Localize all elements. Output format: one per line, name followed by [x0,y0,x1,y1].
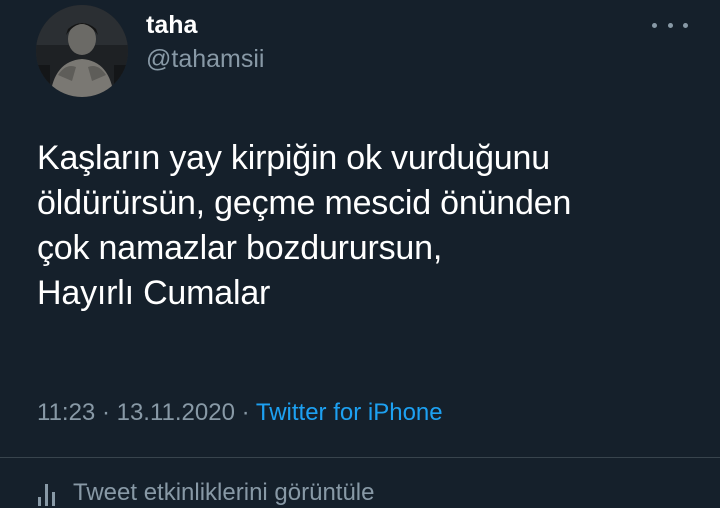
view-tweet-activity-button[interactable]: Tweet etkinliklerini görüntüle [37,478,375,508]
meta-separator: · [234,399,256,426]
tweet-text-line: Hayırlı Cumalar [37,274,271,312]
avatar-photo [36,5,128,97]
tweet-meta: 11:23 · 13.11.2020 · Twitter for iPhone [37,398,443,428]
display-name[interactable]: taha [146,10,197,40]
tweet-text-line: çok namazlar bozdurursun, [37,229,443,267]
username[interactable]: @tahamsii [146,44,264,74]
more-horizontal-icon-dot [683,22,688,28]
meta-separator: · [95,399,117,426]
avatar[interactable] [36,5,128,97]
tweet-text-line: Kaşların yay kirpiğin ok vurduğunu [37,139,550,177]
more-horizontal-icon-dot [667,22,673,28]
view-tweet-activity-label: Tweet etkinliklerini görüntüle [73,479,375,506]
tweet-time[interactable]: 11:23 [37,399,95,426]
divider [0,457,720,458]
analytics-bars-icon [37,484,59,506]
tweet-date[interactable]: 13.11.2020 [117,399,235,426]
tweet-text: Kaşların yay kirpiğin ok vurduğunu öldür… [37,136,697,316]
tweet-text-line: öldürürsün, geçme mescid önünden [37,184,572,222]
tweet-card: taha @tahamsii Kaşların yay kirpiğin ok … [0,0,720,506]
more-options-button[interactable] [652,14,688,36]
tweet-source-link[interactable]: Twitter for iPhone [256,399,443,426]
more-horizontal-icon [652,22,657,28]
